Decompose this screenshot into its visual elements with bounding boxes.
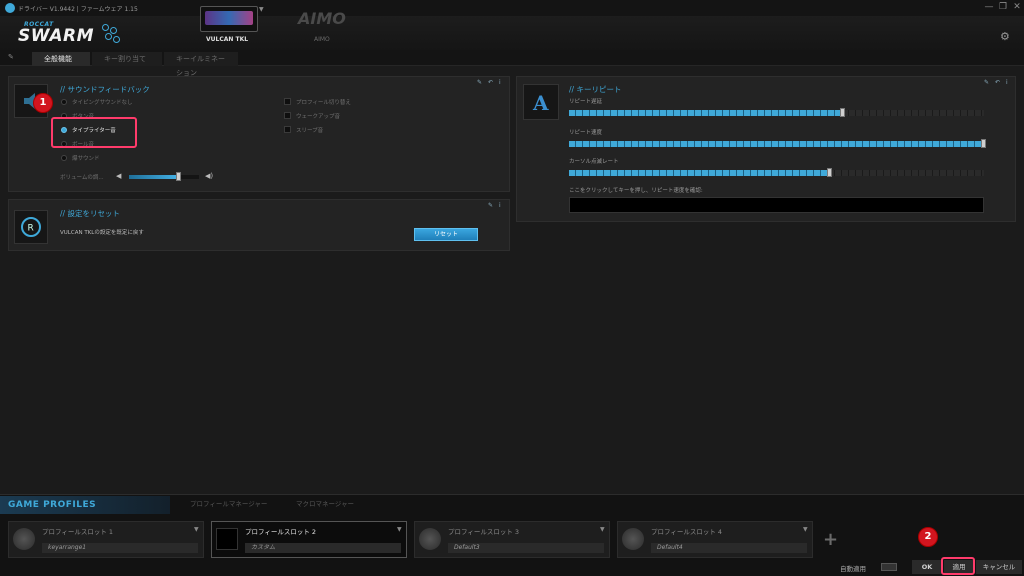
slot-name[interactable]: keyarrange1: [42, 543, 198, 553]
ok-button[interactable]: OK: [912, 560, 942, 574]
profile-icon: [419, 528, 441, 550]
window-title: ドライバー V1.9442 | ファームウェア 1.15: [18, 6, 138, 13]
pin-icon[interactable]: ✎: [8, 53, 14, 61]
info-icon[interactable]: i: [1006, 79, 1008, 86]
repeat-delay-fill: [569, 110, 843, 116]
panel-title: // キーリピート: [569, 85, 622, 94]
reset-description: VULCAN TKLの設定を既定に戻す: [60, 230, 144, 236]
checkbox-label: スリープ音: [296, 128, 324, 134]
reset-button[interactable]: リセット: [414, 228, 478, 241]
slot-name[interactable]: カスタム: [245, 543, 401, 553]
undo-icon[interactable]: ↶: [995, 79, 1000, 86]
keyboard-icon: [205, 11, 253, 25]
tab-key-assignment[interactable]: キー割り当て: [92, 52, 162, 66]
repeat-rate-slider[interactable]: [569, 141, 984, 147]
repeat-delay-label: リピート遅延: [569, 99, 603, 105]
device-aimo[interactable]: AIMO: [298, 9, 346, 28]
cancel-button[interactable]: キャンセル: [976, 560, 1022, 574]
swarm-logo: SWARM: [18, 26, 95, 46]
slot-title: プロフィールスロット 3: [448, 528, 520, 536]
app-icon: [5, 3, 15, 13]
repeat-rate-thumb[interactable]: [981, 139, 986, 148]
volume-label: ボリュームの調...: [60, 175, 104, 181]
repeat-delay-thumb[interactable]: [840, 108, 845, 117]
step-badge-2: 2: [918, 527, 938, 547]
device-label: AIMO: [314, 36, 330, 43]
pin-icon[interactable]: ✎: [488, 202, 493, 209]
step-badge-1: 1: [33, 93, 53, 113]
tab-key-illumination[interactable]: キーイルミネーション: [164, 52, 238, 77]
repeat-rate-fill: [569, 141, 984, 147]
profile-icon: [13, 528, 35, 550]
maximize-button[interactable]: ❐: [996, 2, 1010, 13]
slot-title: プロフィールスロット 1: [42, 528, 114, 536]
key-repeat-icon: A: [523, 84, 559, 120]
repeat-test-label: ここをクリックしてキーを押し、リピート速度を確認:: [569, 188, 703, 194]
cursor-blink-slider[interactable]: [569, 170, 984, 176]
slot-name[interactable]: Default4: [651, 543, 807, 553]
reset-panel: [8, 199, 510, 251]
game-profiles-title: GAME PROFILES: [8, 500, 97, 510]
chevron-down-icon[interactable]: ▼: [194, 526, 199, 533]
checkbox-label: ウェークアップ音: [296, 114, 341, 120]
volume-high-icon: ◀): [205, 172, 214, 180]
pin-icon[interactable]: ✎: [477, 79, 482, 86]
profile-icon: [622, 528, 644, 550]
highlight-typewriter: [51, 117, 137, 148]
cursor-blink-fill: [569, 170, 830, 176]
option-label: タイピングサウンドなし: [72, 100, 133, 106]
repeat-test-field[interactable]: [569, 197, 984, 213]
chevron-down-icon[interactable]: ▼: [397, 526, 402, 533]
add-profile-button[interactable]: +: [823, 529, 838, 550]
chevron-down-icon[interactable]: ▼: [803, 526, 808, 533]
checkbox-profile-switch[interactable]: [284, 98, 291, 105]
slot-title: プロフィールスロット 2: [245, 528, 317, 536]
gear-icon[interactable]: ⚙: [1000, 30, 1010, 43]
cursor-blink-label: カーソル点滅レート: [569, 159, 619, 165]
auto-apply-label: 自動適用: [840, 565, 866, 573]
header: [0, 16, 1024, 50]
info-icon[interactable]: i: [499, 202, 501, 209]
repeat-delay-slider[interactable]: [569, 110, 984, 116]
highlight-apply: [941, 557, 975, 575]
tab-macro-manager[interactable]: マクロマネージャー: [296, 498, 354, 508]
close-button[interactable]: ✕: [1010, 2, 1024, 13]
panel-title: // 設定をリセット: [60, 209, 120, 218]
slot-name[interactable]: Default3: [448, 543, 604, 553]
volume-fill: [129, 175, 179, 179]
repeat-rate-label: リピート速度: [569, 130, 603, 136]
radio-no-typing-sound[interactable]: [61, 99, 67, 105]
title-bar: [0, 0, 1024, 16]
auto-apply-toggle[interactable]: [881, 563, 897, 571]
info-icon[interactable]: i: [499, 79, 501, 86]
chevron-down-icon[interactable]: ▼: [600, 526, 605, 533]
panel-title: // サウンドフィードバック: [60, 85, 150, 94]
reset-icon: R: [14, 210, 48, 244]
volume-slider[interactable]: [129, 175, 199, 179]
volume-low-icon: ◀: [116, 172, 122, 180]
pin-icon[interactable]: ✎: [984, 79, 989, 86]
checkbox-label: プロフィール切り替え: [296, 100, 351, 106]
svg-text:R: R: [28, 224, 34, 234]
profile-icon: [216, 528, 238, 550]
svg-text:A: A: [532, 91, 549, 115]
device-label: VULCAN TKL: [206, 36, 249, 43]
chevron-down-icon[interactable]: ▼: [259, 6, 264, 13]
volume-slider-thumb[interactable]: [176, 172, 181, 181]
option-label: 爆サウンド: [72, 156, 100, 162]
cursor-blink-thumb[interactable]: [827, 168, 832, 177]
undo-icon[interactable]: ↶: [488, 79, 493, 86]
slot-title: プロフィールスロット 4: [651, 528, 723, 536]
tab-general[interactable]: 全般機能: [32, 52, 90, 66]
minimize-button[interactable]: —: [982, 2, 996, 13]
radio-explosion-sound[interactable]: [61, 155, 67, 161]
checkbox-wakeup-sound[interactable]: [284, 112, 291, 119]
tab-profile-manager[interactable]: プロフィールマネージャー: [190, 498, 267, 508]
checkbox-sleep-sound[interactable]: [284, 126, 291, 133]
